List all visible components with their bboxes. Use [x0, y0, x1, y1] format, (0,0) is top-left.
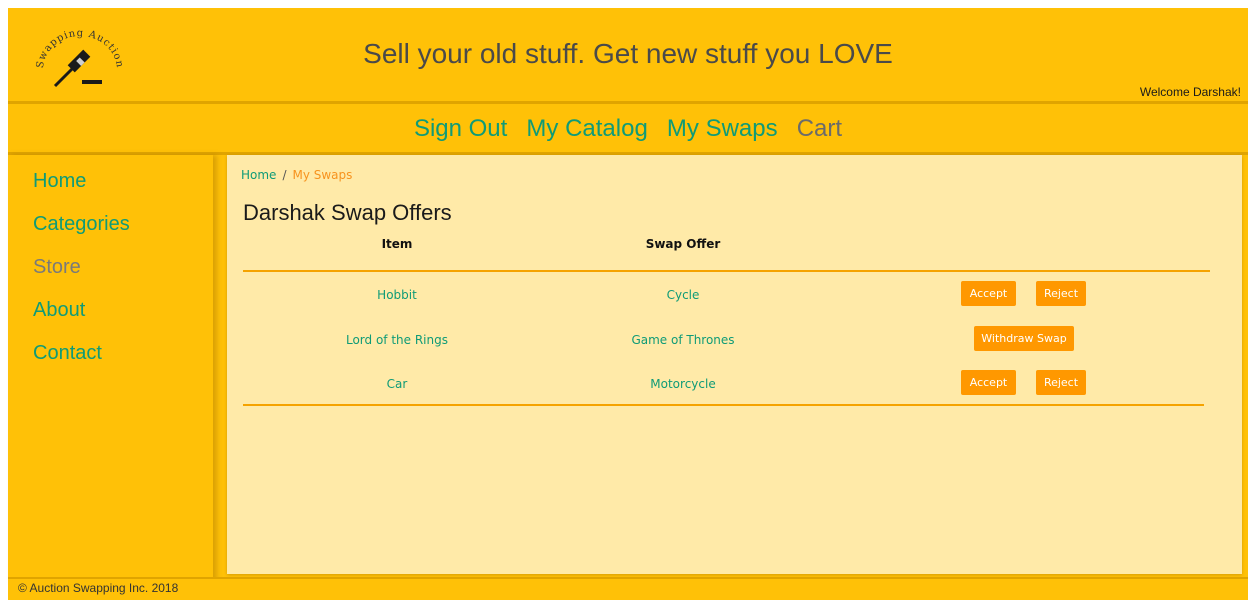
page-title: Darshak Swap Offers	[243, 200, 452, 225]
table-header-rule	[243, 270, 1210, 272]
site-footer: © Auction Swapping Inc. 2018	[8, 577, 1248, 600]
nav-my-swaps[interactable]: My Swaps	[667, 104, 778, 154]
nav-my-catalog[interactable]: My Catalog	[526, 104, 647, 154]
reject-button[interactable]: Reject	[1036, 370, 1086, 395]
accept-button[interactable]: Accept	[961, 281, 1016, 306]
table-bottom-rule	[243, 404, 1204, 406]
sidebar-item-contact[interactable]: Contact	[8, 335, 213, 378]
breadcrumb-home-link[interactable]: Home	[241, 168, 276, 182]
app-frame: Swapping Auction Sell your old stuff. Ge…	[8, 8, 1248, 600]
column-header-item: Item	[381, 237, 413, 251]
column-header-swap-offer: Swap Offer	[645, 237, 721, 251]
row-item-link[interactable]: Hobbit	[297, 288, 497, 302]
row-offer-link[interactable]: Game of Thrones	[583, 333, 783, 347]
breadcrumb: Home / My Swaps	[241, 168, 352, 182]
sidebar-item-categories[interactable]: Categories	[8, 206, 213, 249]
nav-sign-out[interactable]: Sign Out	[414, 104, 507, 154]
site-header: Swapping Auction Sell your old stuff. Ge…	[8, 8, 1248, 101]
top-nav: Sign Out My Catalog My Swaps Cart	[8, 104, 1248, 152]
withdraw-swap-button[interactable]: Withdraw Swap	[974, 326, 1074, 351]
site-tagline: Sell your old stuff. Get new stuff you L…	[363, 38, 893, 69]
row-offer-link[interactable]: Cycle	[583, 288, 783, 302]
row-item-link[interactable]: Car	[297, 377, 497, 391]
sidebar-item-home[interactable]: Home	[8, 163, 213, 206]
reject-button[interactable]: Reject	[1036, 281, 1086, 306]
breadcrumb-separator: /	[282, 168, 287, 182]
welcome-message: Welcome Darshak!	[1139, 85, 1241, 99]
breadcrumb-current: My Swaps	[292, 168, 353, 182]
row-offer-link[interactable]: Motorcycle	[583, 377, 783, 391]
main-content: Home / My Swaps Darshak Swap Offers Item S…	[227, 155, 1242, 574]
nav-cart[interactable]: Cart	[797, 104, 842, 154]
sidebar-item-store[interactable]: Store	[8, 249, 213, 292]
row-item-link[interactable]: Lord of the Rings	[297, 333, 497, 347]
sidebar-item-about[interactable]: About	[8, 292, 213, 335]
copyright-text: © Auction Swapping Inc. 2018	[18, 581, 179, 595]
sidebar: Home Categories Store About Contact	[8, 155, 213, 582]
accept-button[interactable]: Accept	[961, 370, 1016, 395]
